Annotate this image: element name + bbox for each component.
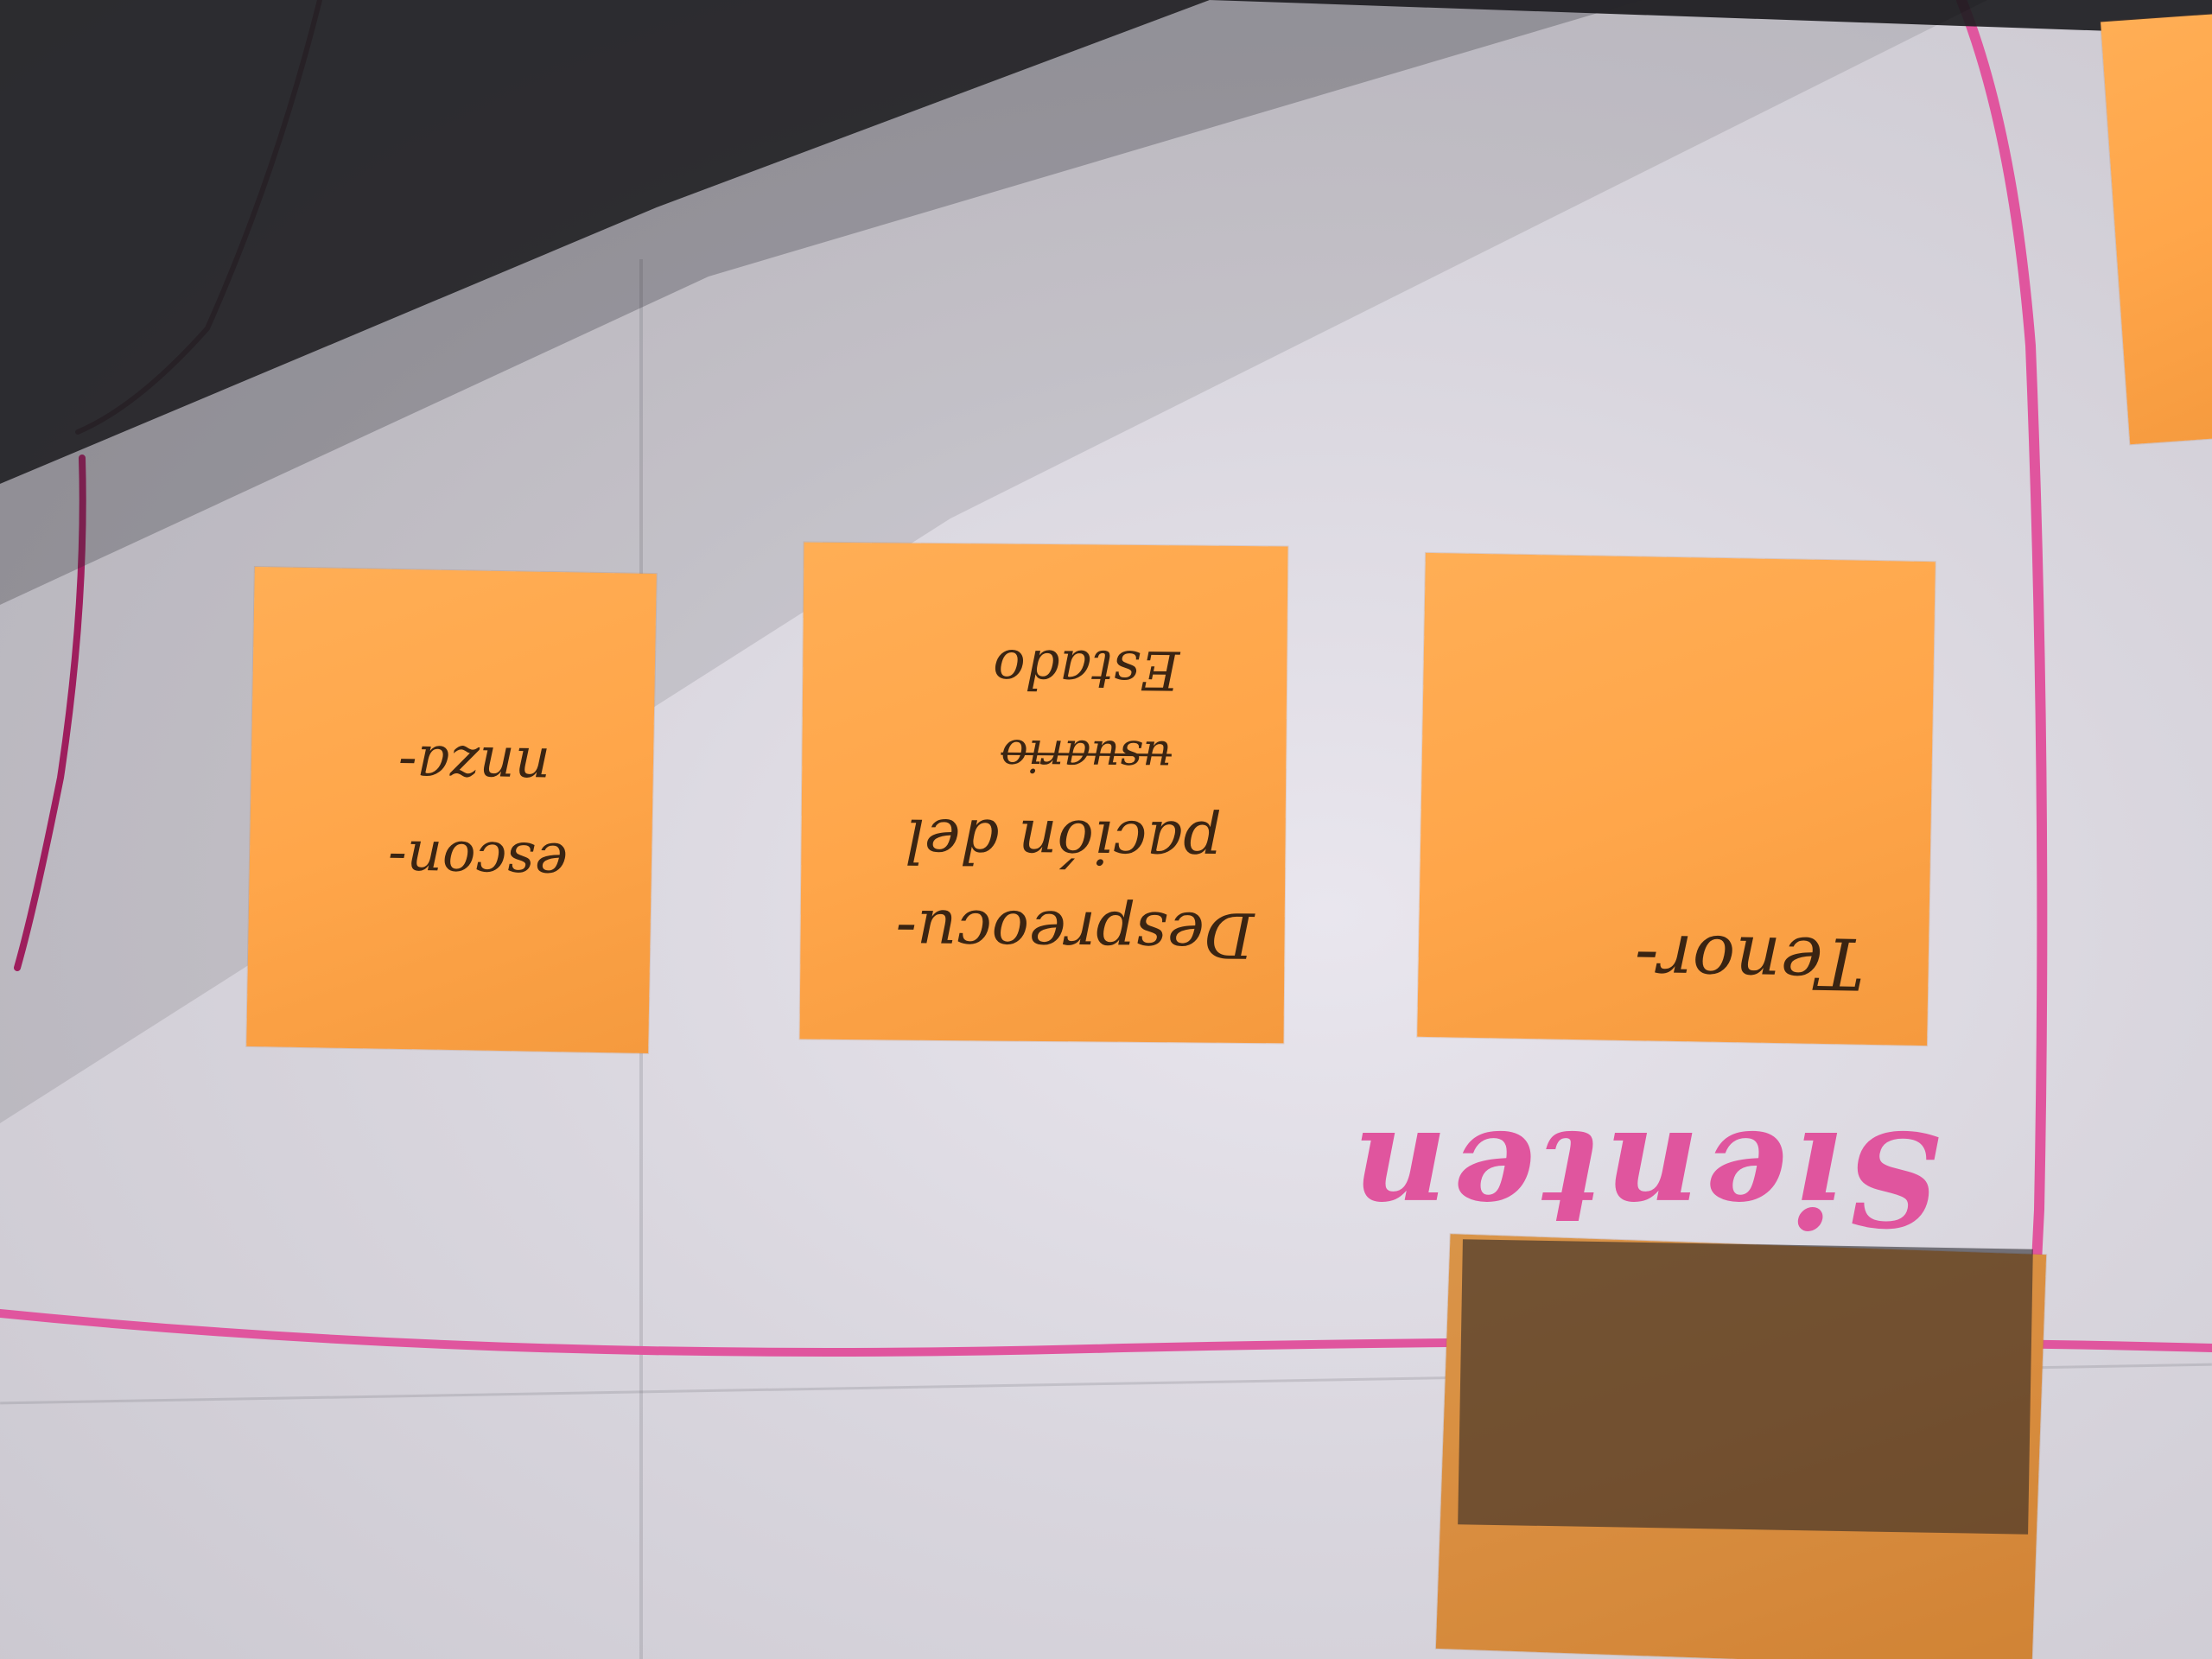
note-left-line-1: escon- <box>387 827 569 894</box>
board-label: Sienten <box>1348 1102 1941 1254</box>
photo-scene: escon- nnza- Despreocu- pación del usuar… <box>0 0 2212 1659</box>
note-center-line-4: Estado <box>992 637 1180 702</box>
note-right-line-1: Tenor- <box>1633 918 1866 1005</box>
sticky-note-left: escon- nnza- <box>246 566 657 1054</box>
note-shadow <box>1458 1239 2033 1535</box>
sticky-note-right: Tenor- <box>1417 552 1936 1046</box>
note-center-line-3: usuario <box>1001 728 1173 783</box>
sticky-note-center: Despreocu- pación del usuario Estado <box>799 542 1288 1044</box>
note-left-line-2: nnza- <box>397 732 551 799</box>
note-center-line-2: pación del <box>905 804 1223 879</box>
note-center-line-1: Despreocu- <box>895 895 1255 972</box>
